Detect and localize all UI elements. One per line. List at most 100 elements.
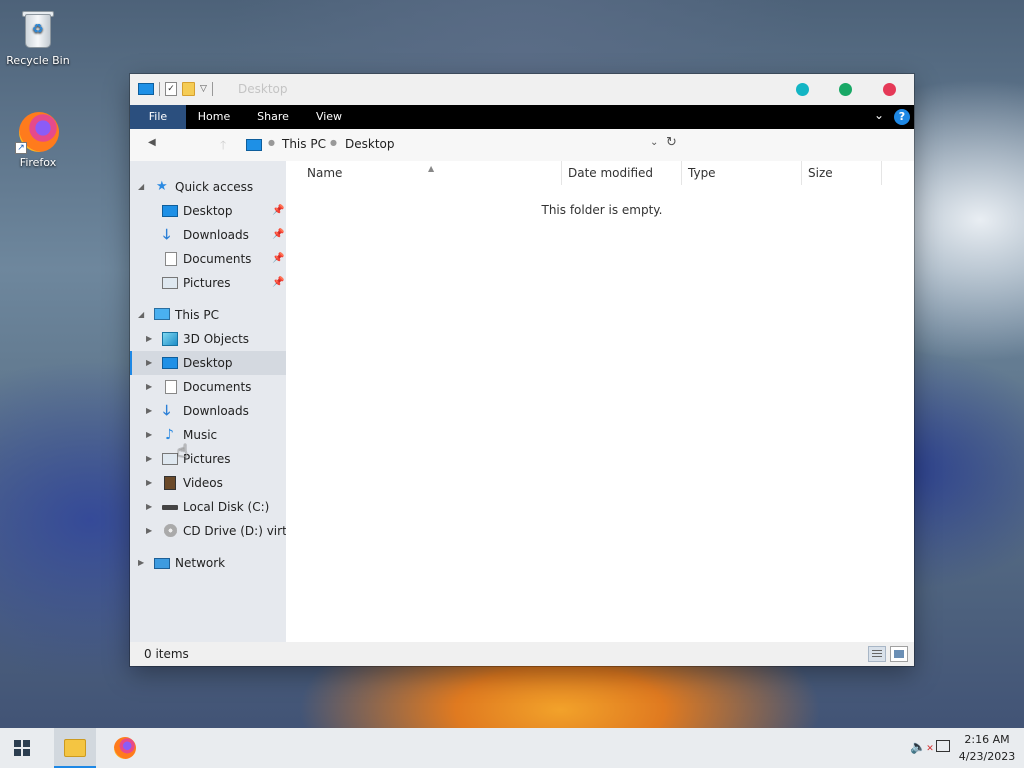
recycle-bin-icon: ♻ (19, 8, 57, 52)
window-pc-icon (138, 83, 154, 95)
nav-label: Network (175, 556, 226, 570)
clock-time: 2:16 AM (964, 733, 1010, 746)
nav-pc-downloads[interactable]: ▶ 🡓 Downloads (130, 399, 286, 423)
system-clock[interactable]: 2:16 AM 4/23/2023 (950, 731, 1024, 765)
tab-view[interactable]: View (308, 105, 350, 129)
nav-quick-desktop[interactable]: Desktop 📌 (130, 199, 286, 223)
nav-pc-desktop[interactable]: ▶ Desktop (130, 351, 286, 375)
window-title: Desktop (238, 82, 288, 96)
quick-access-toolbar: ✓ ▽ (138, 82, 213, 96)
3d-objects-icon (162, 332, 178, 346)
back-arrow-icon[interactable]: ◀ (148, 137, 156, 148)
nav-label: Local Disk (C:) (183, 500, 270, 514)
computer-icon (154, 308, 170, 320)
properties-icon[interactable]: ✓ (165, 82, 177, 96)
document-icon (165, 380, 177, 394)
nav-label: Pictures (183, 452, 231, 466)
clock-date: 4/23/2023 (958, 750, 1016, 763)
column-header-size[interactable]: Size (802, 161, 882, 185)
expand-arrow-icon[interactable]: ▶ (146, 447, 152, 471)
nav-quick-access[interactable]: ◢ ★ Quick access (130, 175, 286, 199)
hard-drive-icon (162, 505, 178, 510)
download-arrow-icon: 🡓 (163, 403, 171, 419)
breadcrumb-separator-icon[interactable]: ● (330, 138, 337, 147)
address-history-chevron-icon[interactable]: ⌄ (650, 137, 658, 148)
expand-arrow-icon[interactable]: ▶ (146, 399, 152, 423)
up-arrow-icon[interactable]: 🡑 (220, 136, 226, 157)
tab-file[interactable]: File (130, 105, 186, 129)
taskbar-firefox-icon[interactable] (114, 737, 136, 759)
nav-this-pc[interactable]: ◢ This PC (130, 303, 286, 327)
column-label: Type (688, 166, 716, 180)
customize-toolbar-chevron-icon[interactable]: ▽ (200, 84, 207, 94)
address-pc-icon (246, 139, 262, 151)
nav-cd-drive[interactable]: ▶ CD Drive (D:) virtio- (130, 519, 286, 543)
collapse-arrow-icon[interactable]: ◢ (138, 303, 144, 327)
breadcrumb-this-pc[interactable]: This PC (282, 137, 326, 151)
nav-quick-pictures[interactable]: Pictures 📌 (130, 271, 286, 295)
nav-quick-documents[interactable]: Documents 📌 (130, 247, 286, 271)
help-icon[interactable]: ? (894, 109, 910, 125)
star-icon: ★ (156, 179, 168, 194)
desktop-folder-icon (162, 357, 178, 369)
item-count: 0 items (144, 647, 189, 661)
large-icons-view-icon[interactable] (890, 646, 908, 662)
document-icon (165, 252, 177, 266)
pin-icon[interactable]: 📌 (272, 247, 284, 271)
network-icon (154, 558, 170, 569)
maximize-button[interactable] (839, 83, 852, 96)
empty-folder-message: This folder is empty. (541, 203, 663, 217)
nav-network[interactable]: ▶ Network (130, 551, 286, 575)
desktop-icon-recycle-bin[interactable]: ♻ Recycle Bin (0, 8, 76, 67)
expand-ribbon-chevron-icon[interactable]: ⌄ (874, 108, 884, 122)
nav-pc-documents[interactable]: ▶ Documents (130, 375, 286, 399)
nav-label: This PC (175, 308, 219, 322)
navigation-pane[interactable]: ◢ ★ Quick access Desktop 📌 🡓 Downloads 📌… (130, 161, 286, 642)
breadcrumb-separator-icon[interactable]: ● (268, 138, 275, 147)
pin-icon[interactable]: 📌 (272, 271, 284, 295)
desktop-icon-label: Recycle Bin (6, 54, 70, 67)
minimize-button[interactable] (796, 83, 809, 96)
network-tray-icon[interactable] (936, 740, 950, 752)
nav-pc-videos[interactable]: ▶ Videos (130, 471, 286, 495)
pin-icon[interactable]: 📌 (272, 199, 284, 223)
expand-arrow-icon[interactable]: ▶ (138, 551, 144, 575)
collapse-arrow-icon[interactable]: ◢ (138, 175, 144, 199)
details-view-icon[interactable] (868, 646, 886, 662)
column-header-date-modified[interactable]: Date modified (562, 161, 682, 185)
refresh-icon[interactable]: ↻ (666, 135, 677, 150)
column-label: Size (808, 166, 833, 180)
nav-quick-downloads[interactable]: 🡓 Downloads 📌 (130, 223, 286, 247)
expand-arrow-icon[interactable]: ▶ (146, 471, 152, 495)
new-folder-icon[interactable] (182, 82, 195, 96)
tab-home[interactable]: Home (190, 105, 238, 129)
nav-label: Documents (183, 252, 252, 266)
expand-arrow-icon[interactable]: ▶ (146, 327, 152, 351)
tab-share[interactable]: Share (250, 105, 296, 129)
expand-arrow-icon[interactable]: ▶ (146, 519, 152, 543)
nav-label: Music (183, 428, 218, 442)
nav-local-disk[interactable]: ▶ Local Disk (C:) (130, 495, 286, 519)
pictures-icon (162, 453, 178, 465)
breadcrumb-desktop[interactable]: Desktop (345, 137, 395, 151)
column-header-name[interactable]: ▲ Name (286, 161, 562, 185)
desktop-icon-firefox[interactable]: ↗ Firefox (0, 108, 76, 169)
column-header-type[interactable]: Type (682, 161, 802, 185)
file-list-pane[interactable]: ▲ Name Date modified Type Size This fold… (286, 161, 914, 642)
expand-arrow-icon[interactable]: ▶ (146, 351, 152, 375)
nav-3d-objects[interactable]: ▶ 3D Objects (130, 327, 286, 351)
expand-arrow-icon[interactable]: ▶ (146, 423, 152, 447)
nav-pc-music[interactable]: ▶ ♪ Music (130, 423, 286, 447)
file-explorer-window: ✓ ▽ Desktop File Home Share View ⌄ ? ◀ 🡑… (130, 74, 914, 666)
expand-arrow-icon[interactable]: ▶ (146, 375, 152, 399)
close-button[interactable] (883, 83, 896, 96)
nav-label: Documents (183, 380, 252, 394)
volume-muted-icon[interactable]: 🔈✕ (910, 740, 934, 755)
nav-pc-pictures[interactable]: ▶ Pictures (130, 447, 286, 471)
sort-ascending-icon: ▲ (428, 164, 435, 173)
expand-arrow-icon[interactable]: ▶ (146, 495, 152, 519)
nav-label: Downloads (183, 404, 249, 418)
start-windows-icon[interactable] (14, 740, 32, 756)
title-bar[interactable]: ✓ ▽ Desktop (130, 74, 914, 105)
pin-icon[interactable]: 📌 (272, 223, 284, 247)
